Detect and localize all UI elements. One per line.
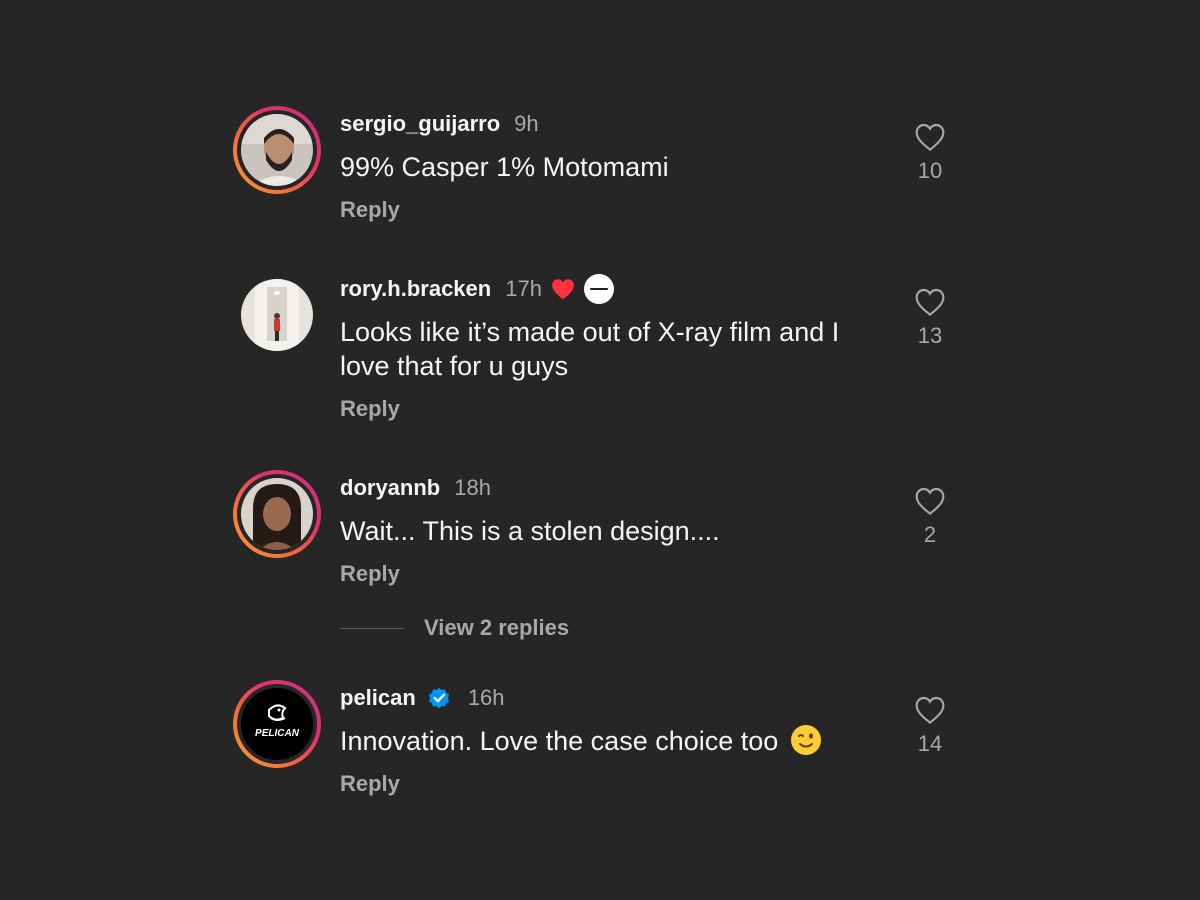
avatar-wrapper[interactable] (233, 271, 321, 359)
like-count: 14 (917, 731, 943, 756)
avatar-story-ring[interactable]: PELICAN (233, 680, 321, 768)
like-control: 2 (905, 486, 955, 548)
divider-line (340, 627, 404, 629)
view-replies-label[interactable]: View 2 replies (424, 615, 569, 641)
reply-button[interactable]: Reply (340, 561, 400, 587)
avatar: PELICAN (241, 688, 313, 760)
comment-timestamp: 16h (467, 685, 505, 710)
view-replies-button[interactable]: View 2 replies (340, 613, 569, 643)
avatar (241, 279, 313, 351)
comment-username[interactable]: pelican (340, 685, 416, 711)
verified-badge-icon (426, 685, 452, 711)
comment-username[interactable]: sergio_guijarro (340, 111, 500, 137)
like-control: 13 (905, 287, 955, 349)
comment-username[interactable]: rory.h.bracken (340, 276, 491, 302)
heart-outline-icon[interactable] (914, 122, 946, 152)
comment-text: Wait... This is a stolen design.... (340, 516, 720, 546)
comment-timestamp: 17h (505, 276, 542, 301)
heart-filled-icon (550, 277, 576, 301)
comment-timestamp: 9h (514, 111, 539, 136)
comment-timestamp: 18h (454, 475, 491, 500)
creator-avatar-mini (583, 274, 614, 304)
avatar (241, 478, 313, 550)
comment-text: 99% Casper 1% Motomami (340, 152, 669, 182)
comment-text-content: Innovation. Love the case choice too (340, 726, 779, 756)
like-count: 10 (917, 158, 943, 183)
winking-face-emoji-icon (790, 725, 821, 755)
reply-button[interactable]: Reply (340, 396, 400, 422)
heart-outline-icon[interactable] (914, 486, 946, 516)
like-control: 14 (905, 695, 955, 757)
avatar-story-ring[interactable] (233, 106, 321, 194)
heart-outline-icon[interactable] (914, 287, 946, 317)
pelican-logo: PELICAN (241, 688, 313, 760)
reply-button[interactable]: Reply (340, 197, 400, 223)
reply-button[interactable]: Reply (340, 771, 400, 797)
like-count: 2 (923, 522, 937, 547)
like-count: 13 (917, 323, 943, 348)
avatar (241, 114, 313, 186)
avatar-story-ring[interactable] (233, 470, 321, 558)
svg-text:PELICAN: PELICAN (255, 728, 300, 739)
comment-text: Innovation. Love the case choice too (340, 724, 880, 758)
like-control: 10 (905, 122, 955, 184)
comment-username[interactable]: doryannb (340, 475, 440, 501)
heart-outline-icon[interactable] (914, 695, 946, 725)
comment-text: Looks like it’s made out of X-ray film a… (340, 317, 840, 381)
